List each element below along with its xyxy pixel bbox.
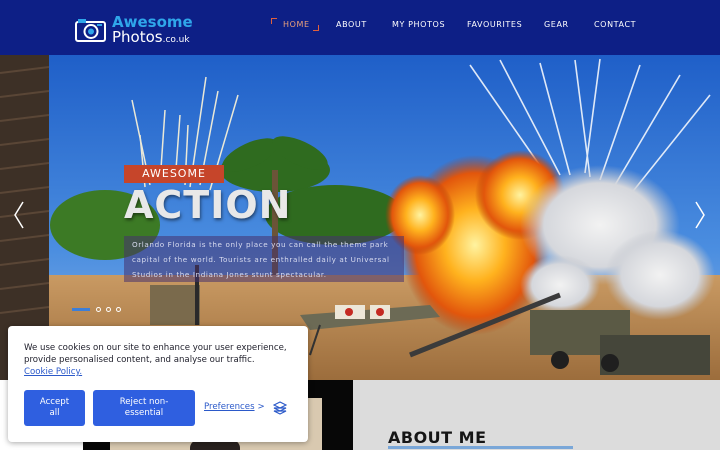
cookie-message: We use cookies on our site to enhance yo… [24,343,287,365]
chevron-right-icon[interactable] [693,200,707,230]
slide-indicator-4[interactable] [116,307,121,312]
slide-indicator-3[interactable] [106,307,111,312]
about-title: ABOUT ME [388,428,487,447]
reject-non-essential-button[interactable]: Reject non-essential [93,390,195,426]
slide-indicator-2[interactable] [96,307,101,312]
site-header: Awesome Photos.co.uk HOME ABOUT MY PHOTO… [0,0,720,55]
accept-all-button[interactable]: Accept all [24,390,85,426]
preferences-link[interactable]: Preferences > [204,402,265,412]
cookie-policy-link[interactable]: Cookie Policy. [24,366,82,378]
nav-item-contact[interactable]: CONTACT [594,20,636,29]
slide-description: Orlando Florida is the only place you ca… [124,236,404,282]
cookie-consent-logo-icon[interactable] [273,401,287,415]
nav-item-gear[interactable]: GEAR [544,20,569,29]
active-bracket-top-left [271,18,277,24]
preferences-arrow-icon: > [257,402,265,412]
about-subtitle-cut [388,446,573,449]
nav-item-favourites[interactable]: FAVOURITES [467,20,522,29]
nav-item-about[interactable]: ABOUT [336,20,367,29]
nav-item-my-photos[interactable]: MY PHOTOS [392,20,445,29]
chevron-left-icon[interactable] [12,200,26,230]
slide-indicator-active[interactable] [72,308,90,311]
slider-indicators [72,306,132,314]
slide-tag: AWESOME [124,165,224,183]
main-nav: HOME ABOUT MY PHOTOS FAVOURITES GEAR CON… [0,0,720,55]
preferences-label: Preferences [204,402,255,412]
about-subtitle [388,446,588,450]
cookie-banner: We use cookies on our site to enhance yo… [8,326,308,442]
slide-title: ACTION [124,183,292,227]
nav-item-home[interactable]: HOME [283,20,310,29]
active-bracket-bottom-right [313,25,319,31]
